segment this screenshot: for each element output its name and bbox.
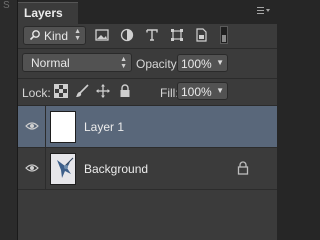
blend-mode-row: Normal ▲ ▼ Opacity: 100% ▼ xyxy=(18,50,277,76)
hummingbird-thumbnail-image xyxy=(57,157,74,178)
opacity-value: 100% xyxy=(181,57,212,71)
fill-dropdown-arrow[interactable]: ▼ xyxy=(216,86,224,95)
layer-row-background[interactable]: Background xyxy=(18,148,277,190)
type-filter-icon[interactable] xyxy=(145,28,159,42)
lock-all-icon[interactable] xyxy=(118,84,132,98)
lock-transparency-icon[interactable] xyxy=(54,84,68,98)
lock-row: Lock: Fill: xyxy=(18,80,277,104)
layer-name: Layer 1 xyxy=(84,120,125,134)
layers-panel: Layers Kind ▲ ▼ Normal ▲ ▼ Opacity: 100%… xyxy=(18,0,277,240)
shape-filter-icon[interactable] xyxy=(170,28,184,42)
tab-layers[interactable]: Layers xyxy=(18,2,78,24)
pixel-filter-icon[interactable] xyxy=(95,28,109,42)
left-side-column: S xyxy=(0,0,18,240)
layer-row-layer-1[interactable]: Layer 1 xyxy=(18,106,277,148)
lock-image-pixels-icon[interactable] xyxy=(75,84,89,98)
lock-label: Lock: xyxy=(22,86,51,100)
layer-filter-bar: Kind ▲ ▼ xyxy=(18,24,277,48)
filter-toggle-icon[interactable] xyxy=(220,26,228,44)
layer-thumbnail xyxy=(50,153,76,185)
side-column-letter: S xyxy=(3,0,10,11)
tab-layers-label: Layers xyxy=(24,6,63,20)
fill-input[interactable]: 100% ▼ xyxy=(177,82,228,100)
layer-name: Background xyxy=(84,162,149,176)
panel-tab-bar: Layers xyxy=(18,0,277,24)
adjustment-filter-icon[interactable] xyxy=(120,28,134,42)
filter-kind-label: Kind xyxy=(44,29,69,43)
layer-list: Layer 1 Background xyxy=(18,106,277,240)
chevron-updown-icon: ▲ ▼ xyxy=(74,28,81,42)
blend-mode-value: Normal xyxy=(31,56,70,70)
lock-icon xyxy=(237,161,249,175)
filter-kind-select[interactable]: Kind ▲ ▼ xyxy=(23,26,86,45)
eye-icon xyxy=(25,164,39,172)
divider xyxy=(18,48,277,49)
panel-menu-icon[interactable] xyxy=(257,6,271,16)
opacity-dropdown-arrow[interactable]: ▼ xyxy=(216,58,224,67)
search-icon xyxy=(29,29,41,44)
chevron-updown-icon: ▲ ▼ xyxy=(120,56,127,70)
opacity-input[interactable]: 100% ▼ xyxy=(177,54,228,72)
smart-object-filter-icon[interactable] xyxy=(194,28,208,42)
visibility-toggle[interactable] xyxy=(18,148,46,189)
blend-mode-select[interactable]: Normal ▲ ▼ xyxy=(22,53,132,72)
lock-position-icon[interactable] xyxy=(96,84,110,98)
fill-value: 100% xyxy=(181,85,212,99)
fill-label: Fill: xyxy=(160,86,179,100)
divider xyxy=(18,78,277,79)
layer-thumbnail xyxy=(50,111,76,143)
eye-icon xyxy=(25,122,39,130)
visibility-toggle[interactable] xyxy=(18,106,46,147)
opacity-label: Opacity: xyxy=(136,57,181,71)
